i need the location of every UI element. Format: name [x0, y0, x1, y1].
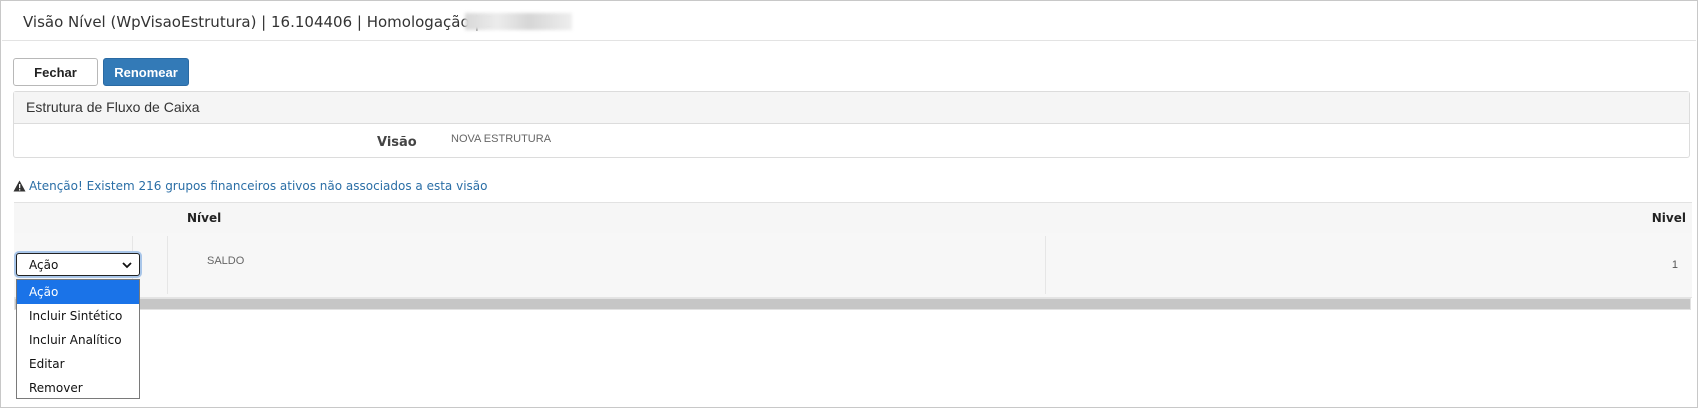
horizontal-scrollbar[interactable] — [14, 298, 1691, 310]
visao-value: NOVA ESTRUTURA — [451, 133, 552, 145]
warning-icon — [13, 180, 26, 192]
column-header-nivel[interactable]: Nível — [187, 211, 221, 225]
row-level: 1 — [1671, 259, 1678, 271]
option-acao[interactable]: Ação — [17, 280, 139, 304]
action-select-value: Ação — [29, 257, 59, 272]
action-dropdown-list: Ação Incluir Sintético Incluir Analítico… — [16, 279, 140, 399]
title-bar: Visão Nível (WpVisaoEstrutura) | 16.1044… — [2, 2, 1696, 41]
levels-grid: Nível Nivel SALDO 1 — [14, 202, 1692, 315]
table-row[interactable]: SALDO 1 — [14, 233, 1692, 298]
warning-message: Atenção! Existem 216 grupos financeiros … — [13, 179, 487, 193]
page-title: Visão Nível (WpVisaoEstrutura) | 16.1044… — [23, 13, 494, 31]
visao-label: Visão — [377, 135, 417, 150]
window-frame: Visão Nível (WpVisaoEstrutura) | 16.1044… — [0, 0, 1698, 408]
panel-heading: Estrutura de Fluxo de Caixa — [14, 92, 1689, 124]
row-name: SALDO — [207, 255, 245, 267]
cell-divider — [1045, 236, 1046, 294]
column-header-nivel-number[interactable]: Nivel — [1652, 211, 1686, 225]
warning-text: Atenção! Existem 216 grupos financeiros … — [29, 179, 488, 193]
option-incluir-sintetico[interactable]: Incluir Sintético — [17, 304, 139, 328]
chevron-down-icon — [122, 262, 132, 269]
close-button[interactable]: Fechar — [13, 58, 98, 86]
rename-button[interactable]: Renomear — [103, 58, 189, 86]
action-select[interactable]: Ação — [16, 253, 140, 276]
grid-header: Nível Nivel — [14, 202, 1692, 234]
cell-divider — [167, 236, 168, 294]
option-editar[interactable]: Editar — [17, 352, 139, 376]
redacted-text — [465, 13, 572, 30]
option-remover[interactable]: Remover — [17, 376, 139, 400]
option-incluir-analitico[interactable]: Incluir Analítico — [17, 328, 139, 352]
structure-panel: Estrutura de Fluxo de Caixa Visão NOVA E… — [13, 91, 1690, 158]
